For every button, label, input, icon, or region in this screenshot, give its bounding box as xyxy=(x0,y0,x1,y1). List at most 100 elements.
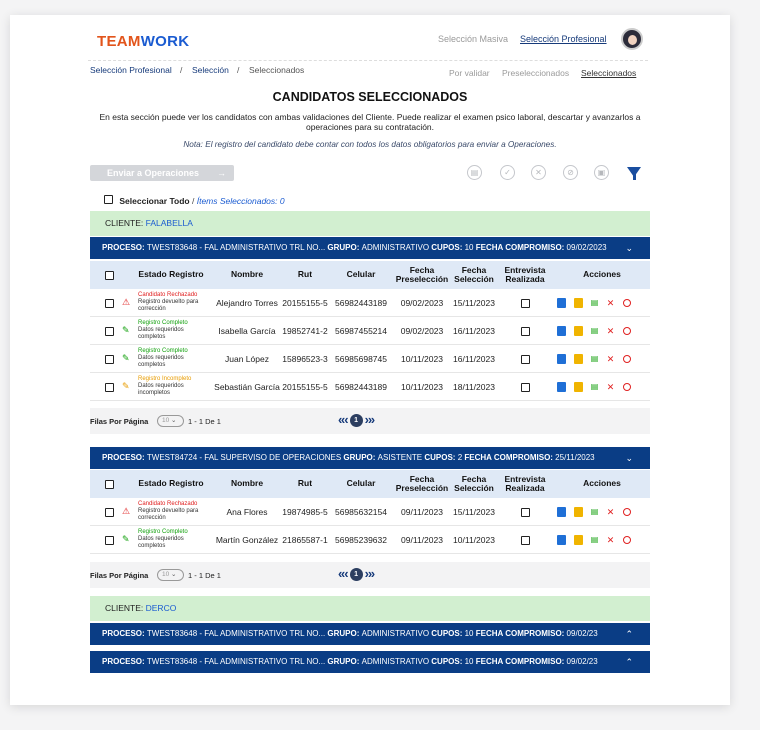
row-checkbox[interactable] xyxy=(104,382,114,392)
filter-icon[interactable] xyxy=(627,167,641,180)
header-checkbox[interactable] xyxy=(104,479,114,489)
avatar[interactable] xyxy=(621,28,643,50)
select-all-checkbox[interactable] xyxy=(104,195,113,204)
quotas-value: 10 xyxy=(464,243,476,252)
close-icon[interactable]: ✕ xyxy=(606,535,615,545)
breadcrumb-seleccion[interactable]: Selección xyxy=(192,65,229,75)
warning-clipboard-icon[interactable] xyxy=(574,326,583,336)
info-clipboard-icon[interactable] xyxy=(557,354,566,364)
breadcrumb-separator: / xyxy=(180,65,183,75)
breadcrumb-seleccionados: Seleccionados xyxy=(249,65,305,75)
block-icon[interactable] xyxy=(623,299,631,307)
row-checkbox[interactable] xyxy=(104,298,114,308)
document-edit-icon[interactable]: ▤ xyxy=(590,326,599,336)
send-to-operations-label: Enviar a Operaciones xyxy=(107,168,200,178)
nav-seleccion-profesional[interactable]: Selección Profesional xyxy=(520,34,607,44)
warning-clipboard-icon[interactable] xyxy=(574,382,583,392)
interview-checkbox[interactable] xyxy=(520,354,530,364)
tab-seleccionados[interactable]: Seleccionados xyxy=(581,68,636,78)
block-icon[interactable] xyxy=(623,327,631,335)
candidate-name: Isabella García xyxy=(218,326,276,336)
document-icon[interactable]: ▤ xyxy=(467,165,482,180)
nav-seleccion-masiva[interactable]: Selección Masiva xyxy=(438,34,508,44)
block-icon[interactable] xyxy=(623,508,631,516)
process-bar[interactable]: PROCESO: TWEST83648 - FAL ADMINISTRATIVO… xyxy=(90,237,650,259)
rows-per-page-select[interactable]: 10 ⌄ xyxy=(157,415,184,427)
process-code: TWEST84724 - FAL SUPERVISO DE OPERACIONE… xyxy=(146,453,344,462)
close-icon[interactable]: ✕ xyxy=(531,165,546,180)
process-bar[interactable]: PROCESO: TWEST83648 - FAL ADMINISTRATIVO… xyxy=(90,623,650,645)
tab-preseleccionados[interactable]: Preseleccionados xyxy=(502,68,569,78)
row-checkbox[interactable] xyxy=(104,354,114,364)
teamwork-logo[interactable]: TEAMWORK xyxy=(97,33,189,50)
warning-clipboard-icon[interactable] xyxy=(574,354,583,364)
warning-clipboard-icon[interactable] xyxy=(574,298,583,308)
document-edit-icon[interactable]: ▤ xyxy=(590,535,599,545)
client-bar: CLIENTE: FALABELLA xyxy=(90,211,650,236)
preselection-date: 09/02/2023 xyxy=(400,326,444,336)
row-checkbox[interactable] xyxy=(104,326,114,336)
status-detail: Datos requeridos incompletos xyxy=(138,383,184,396)
column-header: Entrevista Realizada xyxy=(504,264,546,284)
candidate-rut: 19852741-2 xyxy=(282,326,328,336)
close-icon[interactable]: ✕ xyxy=(606,382,615,392)
interview-checkbox[interactable] xyxy=(520,507,530,517)
current-page[interactable]: 1 xyxy=(349,568,363,582)
interview-cell xyxy=(496,345,554,373)
actions-cell: ▤ ✕ xyxy=(557,326,637,336)
group-label: GRUPO: xyxy=(327,657,362,666)
chevron-down-icon[interactable]: ⌄ xyxy=(625,237,633,259)
interview-checkbox[interactable] xyxy=(520,298,530,308)
candidate-rut: 15896523-3 xyxy=(282,354,328,364)
preselection-date: 10/11/2023 xyxy=(401,354,443,364)
prev-page-icon[interactable]: ‹ xyxy=(344,412,348,427)
prev-page-icon[interactable]: ‹ xyxy=(344,566,348,581)
block-icon[interactable]: ⊘ xyxy=(563,165,578,180)
warning-clipboard-icon[interactable] xyxy=(574,507,583,517)
info-clipboard-icon[interactable] xyxy=(557,298,566,308)
breadcrumb-seleccion-profesional[interactable]: Selección Profesional xyxy=(90,65,172,75)
deadline-value: 25/11/2023 xyxy=(555,453,595,462)
clipboard-icon[interactable]: ▣ xyxy=(594,165,609,180)
deadline-label: FECHA COMPROMISO: xyxy=(464,453,556,462)
process-bar[interactable]: PROCESO: TWEST84724 - FAL SUPERVISO DE O… xyxy=(90,447,650,469)
interview-checkbox[interactable] xyxy=(520,535,530,545)
interview-checkbox[interactable] xyxy=(520,326,530,336)
close-icon[interactable]: ✕ xyxy=(606,326,615,336)
info-clipboard-icon[interactable] xyxy=(557,326,566,336)
column-header: Celular xyxy=(346,269,376,280)
process-label: PROCESO: xyxy=(102,453,147,462)
chevron-down-icon[interactable]: ⌄ xyxy=(625,447,633,469)
chevron-up-icon[interactable]: ⌃ xyxy=(625,623,633,645)
header-checkbox[interactable] xyxy=(104,270,114,280)
tab-por-validar[interactable]: Por validar xyxy=(449,68,490,78)
info-clipboard-icon[interactable] xyxy=(557,535,566,545)
block-icon[interactable] xyxy=(623,355,631,363)
process-bar[interactable]: PROCESO: TWEST83648 - FAL ADMINISTRATIVO… xyxy=(90,651,650,673)
chevron-up-icon[interactable]: ⌃ xyxy=(625,651,633,673)
row-checkbox[interactable] xyxy=(104,507,114,517)
interview-checkbox[interactable] xyxy=(520,382,530,392)
block-icon[interactable] xyxy=(623,536,631,544)
current-page[interactable]: 1 xyxy=(349,414,363,428)
close-icon[interactable]: ✕ xyxy=(606,507,615,517)
interview-cell xyxy=(496,526,554,554)
document-edit-icon[interactable]: ▤ xyxy=(590,507,599,517)
warning-clipboard-icon[interactable] xyxy=(574,535,583,545)
document-edit-icon[interactable]: ▤ xyxy=(590,298,599,308)
status-detail: Datos requeridos completos xyxy=(138,355,184,368)
last-page-icon[interactable]: » xyxy=(368,566,375,581)
document-edit-icon[interactable]: ▤ xyxy=(590,382,599,392)
check-icon[interactable]: ✓ xyxy=(500,165,515,180)
info-clipboard-icon[interactable] xyxy=(557,507,566,517)
close-icon[interactable]: ✕ xyxy=(606,298,615,308)
close-icon[interactable]: ✕ xyxy=(606,354,615,364)
block-icon[interactable] xyxy=(623,383,631,391)
document-edit-icon[interactable]: ▤ xyxy=(590,354,599,364)
send-to-operations-button[interactable]: Enviar a Operaciones → xyxy=(90,165,234,181)
last-page-icon[interactable]: » xyxy=(368,412,375,427)
rows-per-page-select[interactable]: 10 ⌄ xyxy=(157,569,184,581)
row-checkbox[interactable] xyxy=(104,535,114,545)
group-label: GRUPO: xyxy=(327,243,362,252)
info-clipboard-icon[interactable] xyxy=(557,382,566,392)
